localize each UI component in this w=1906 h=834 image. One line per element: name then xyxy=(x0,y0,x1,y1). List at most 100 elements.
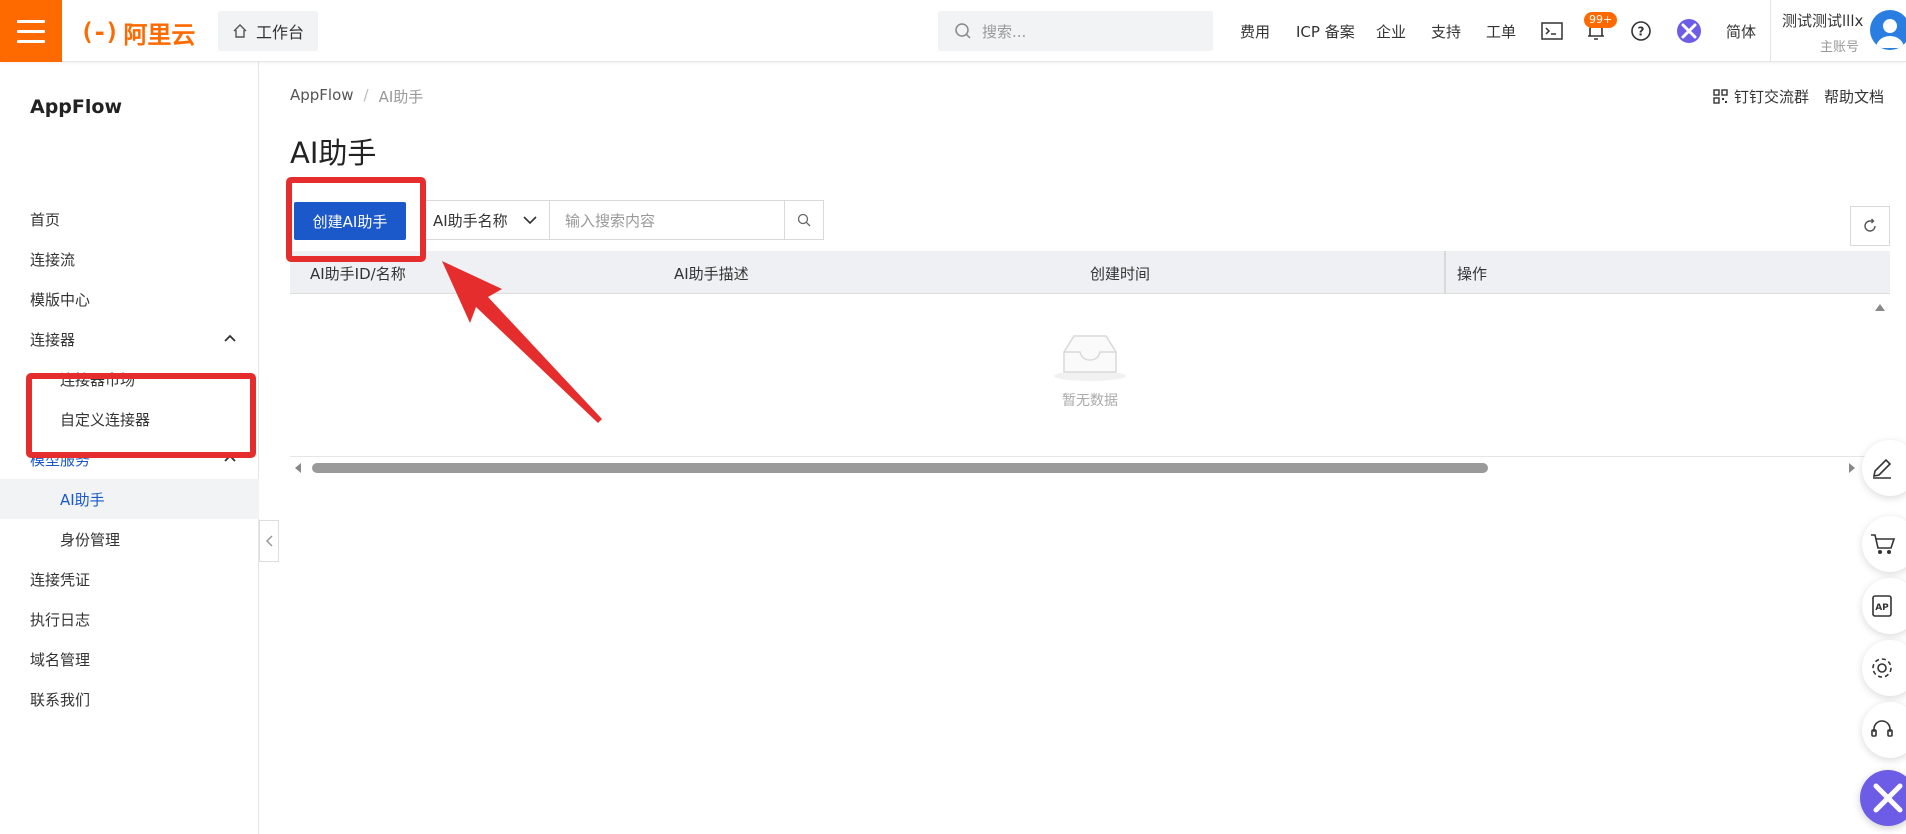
sidebar-item-credentials[interactable]: 连接凭证 xyxy=(0,559,259,599)
nav-icp-label: ICP 备案 xyxy=(1296,22,1355,41)
cart-icon xyxy=(1871,534,1896,554)
column-actions: 操作 xyxy=(1457,265,1488,283)
aliyun-logo[interactable]: (-) 阿里云 xyxy=(80,17,196,49)
search-icon xyxy=(955,23,971,39)
sidebar-item-label: 首页 xyxy=(30,210,61,229)
notification-badge: 99+ xyxy=(1584,12,1618,28)
nav-support-label: 支持 xyxy=(1431,22,1462,41)
empty-box-icon xyxy=(1054,335,1126,381)
terminal-icon[interactable] xyxy=(1538,17,1566,45)
chevron-up-icon xyxy=(224,334,236,342)
user-name[interactable]: 测试测试lllx xyxy=(1782,10,1863,31)
sidebar-item-label: 联系我们 xyxy=(30,690,91,709)
app-button[interactable]: AP xyxy=(1862,578,1906,634)
workbench-button[interactable]: 工作台 xyxy=(218,11,318,51)
sidebar-item-flows[interactable]: 连接流 xyxy=(0,239,259,279)
svg-text:?: ? xyxy=(1638,25,1645,39)
ai-sparkle-icon xyxy=(1873,783,1903,813)
headset-icon xyxy=(1871,720,1893,737)
sidebar-item-logs[interactable]: 执行日志 xyxy=(0,599,259,639)
search-icon xyxy=(797,213,811,227)
sidebar-collapse-button[interactable] xyxy=(259,520,279,562)
column-created-time: 创建时间 xyxy=(1090,265,1151,283)
sidebar-item-label: 连接器 xyxy=(30,330,76,349)
breadcrumb-current: AI助手 xyxy=(378,88,424,106)
feedback-button[interactable] xyxy=(1862,440,1906,496)
menu-icon[interactable] xyxy=(0,0,62,62)
scroll-up-arrow-icon[interactable] xyxy=(1874,302,1886,312)
breadcrumb: AppFlow / AI助手 xyxy=(290,86,423,107)
highlight-model-service xyxy=(26,373,256,458)
sidebar-item-ai-assistant[interactable]: AI助手 xyxy=(0,479,259,519)
logo-mark: (-) xyxy=(80,18,119,46)
dingtalk-link[interactable]: 钉钉交流群 xyxy=(1713,86,1809,107)
workbench-label: 工作台 xyxy=(255,23,304,42)
chevron-down-icon xyxy=(523,216,537,225)
language-label: 简体 xyxy=(1726,22,1757,41)
help-docs-label: 帮助文档 xyxy=(1824,88,1885,106)
search-button[interactable] xyxy=(784,200,824,240)
global-search-placeholder: 搜索... xyxy=(982,22,1027,41)
customer-service-button[interactable] xyxy=(1862,702,1906,758)
nav-enterprise-label: 企业 xyxy=(1376,22,1407,41)
gear-icon xyxy=(1872,658,1892,678)
empty-state: 暂无数据 xyxy=(1030,330,1150,410)
breadcrumb-root[interactable]: AppFlow xyxy=(290,86,354,107)
sidebar-item-label: 身份管理 xyxy=(60,530,121,549)
empty-text: 暂无数据 xyxy=(1062,393,1118,409)
settings-button[interactable] xyxy=(1862,640,1906,696)
page-title: AI助手 xyxy=(290,136,377,170)
ai-chat-button[interactable] xyxy=(1860,770,1906,826)
sidebar-item-templates[interactable]: 模版中心 xyxy=(0,279,259,319)
sidebar-item-label: 执行日志 xyxy=(30,610,91,629)
home-icon xyxy=(233,24,247,38)
account-type: 主账号 xyxy=(1820,40,1860,55)
sidebar-item-connectors[interactable]: 连接器 xyxy=(0,319,259,359)
horizontal-scrollbar[interactable] xyxy=(290,456,1890,476)
refresh-button[interactable] xyxy=(1850,206,1890,246)
sidebar-item-identity[interactable]: 身份管理 xyxy=(0,519,259,559)
search-input-placeholder: 输入搜索内容 xyxy=(565,211,656,230)
sidebar-item-label: 模版中心 xyxy=(30,290,91,309)
cart-button[interactable] xyxy=(1862,516,1906,572)
select-value: AI助手名称 xyxy=(433,211,508,230)
column-description: AI助手描述 xyxy=(674,265,749,283)
sidebar-item-home[interactable]: 首页 xyxy=(0,199,259,239)
nav-fees[interactable]: 费用 xyxy=(1240,0,1270,62)
avatar[interactable] xyxy=(1870,10,1906,50)
top-bar: (-) 阿里云 工作台 搜索... 费用 ICP 备案 企业 支持 工单 99+… xyxy=(0,0,1906,62)
nav-enterprise[interactable]: 企业 xyxy=(1376,0,1406,62)
help-icon[interactable]: ? xyxy=(1627,17,1655,45)
app-icon: AP xyxy=(1872,595,1892,617)
scroll-right-arrow-icon[interactable] xyxy=(1848,462,1856,474)
chevron-left-icon xyxy=(265,535,273,547)
divider xyxy=(1770,0,1771,62)
sidebar-item-label: AI助手 xyxy=(60,490,105,509)
global-search-input[interactable]: 搜索... xyxy=(938,11,1213,51)
nav-ticket-label: 工单 xyxy=(1486,22,1517,41)
search-input[interactable]: 输入搜索内容 xyxy=(549,200,785,240)
logo-text: 阿里云 xyxy=(123,20,196,49)
sidebar-item-contact[interactable]: 联系我们 xyxy=(0,679,259,719)
help-docs-link[interactable]: 帮助文档 xyxy=(1824,86,1884,107)
sidebar-item-label: 连接流 xyxy=(30,250,76,269)
sidebar-item-domains[interactable]: 域名管理 xyxy=(0,639,259,679)
red-arrow-annotation xyxy=(442,261,602,423)
nav-icp[interactable]: ICP 备案 xyxy=(1296,0,1355,62)
nav-ticket[interactable]: 工单 xyxy=(1486,0,1516,62)
search-field-select[interactable]: AI助手名称 xyxy=(421,200,550,240)
sidebar-item-label: 域名管理 xyxy=(30,650,91,669)
edit-icon xyxy=(1872,458,1892,479)
language-switch[interactable]: 简体 xyxy=(1726,0,1756,62)
ai-assistant-icon[interactable] xyxy=(1675,17,1703,45)
scrollbar-thumb[interactable] xyxy=(312,463,1488,473)
sidebar-item-label: 连接凭证 xyxy=(30,570,91,589)
column-id-name: AI助手ID/名称 xyxy=(310,265,406,283)
refresh-icon xyxy=(1864,218,1876,232)
qrcode-icon xyxy=(1713,89,1728,104)
nav-support[interactable]: 支持 xyxy=(1431,0,1461,62)
svg-text:AP: AP xyxy=(1875,603,1889,613)
breadcrumb-separator: / xyxy=(363,86,369,104)
sidebar-title: AppFlow xyxy=(30,96,123,118)
scroll-left-arrow-icon[interactable] xyxy=(294,462,302,474)
